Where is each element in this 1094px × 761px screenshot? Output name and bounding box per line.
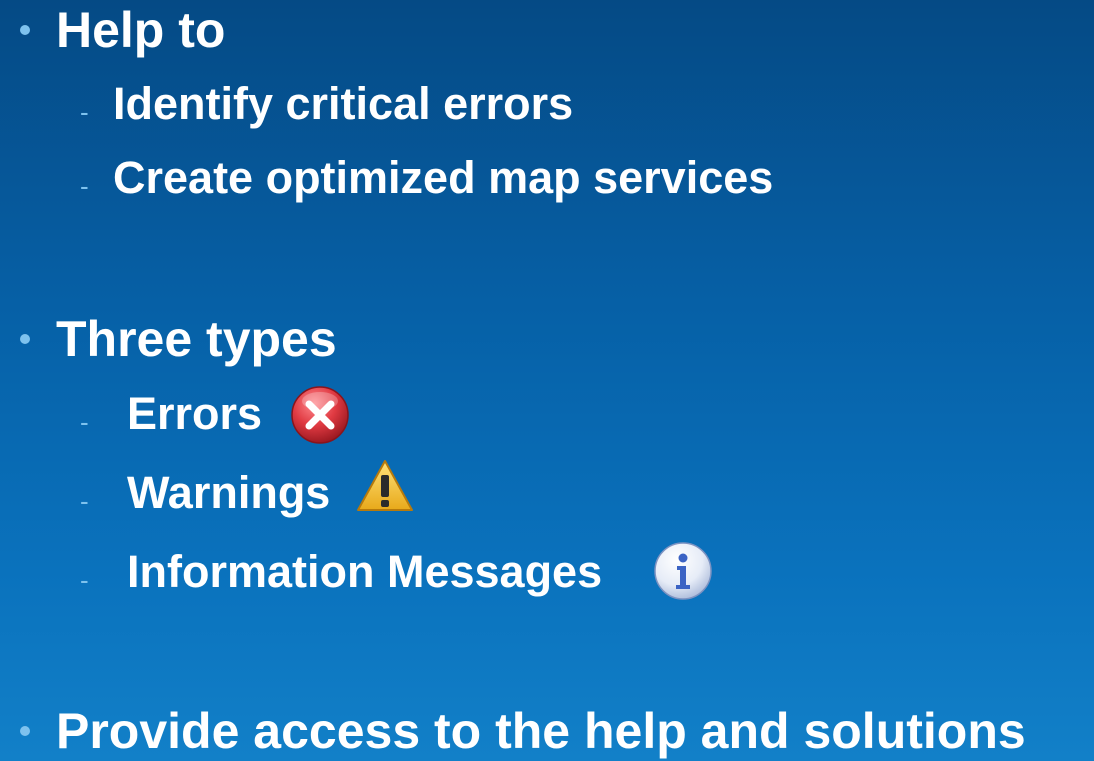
bullet-text: Provide access to the help and solutions [56, 703, 1026, 759]
info-icon [654, 542, 712, 600]
dash-marker: - [80, 407, 89, 437]
warning-icon [357, 460, 413, 511]
bullet-text: Help to [56, 2, 226, 58]
bullet-text: Three types [56, 311, 337, 367]
sub-bullet-text: Identify critical errors [113, 78, 574, 129]
dash-marker: - [80, 97, 89, 127]
sub-bullet-text: Errors [127, 388, 263, 439]
dash-marker: - [80, 171, 89, 201]
dash-marker: - [80, 486, 89, 516]
error-icon [291, 386, 349, 444]
bullet-dot [20, 726, 30, 736]
sub-bullet-text: Create optimized map services [113, 152, 774, 203]
slide: { "bullets": [ { "text": "Help to", "sub… [0, 0, 1094, 761]
sub-bullet-text: Warnings [127, 467, 331, 518]
bullet-dot [20, 25, 30, 35]
dash-marker: - [80, 565, 89, 595]
sub-bullet-text: Information Messages [127, 546, 603, 597]
bullet-dot [20, 334, 30, 344]
